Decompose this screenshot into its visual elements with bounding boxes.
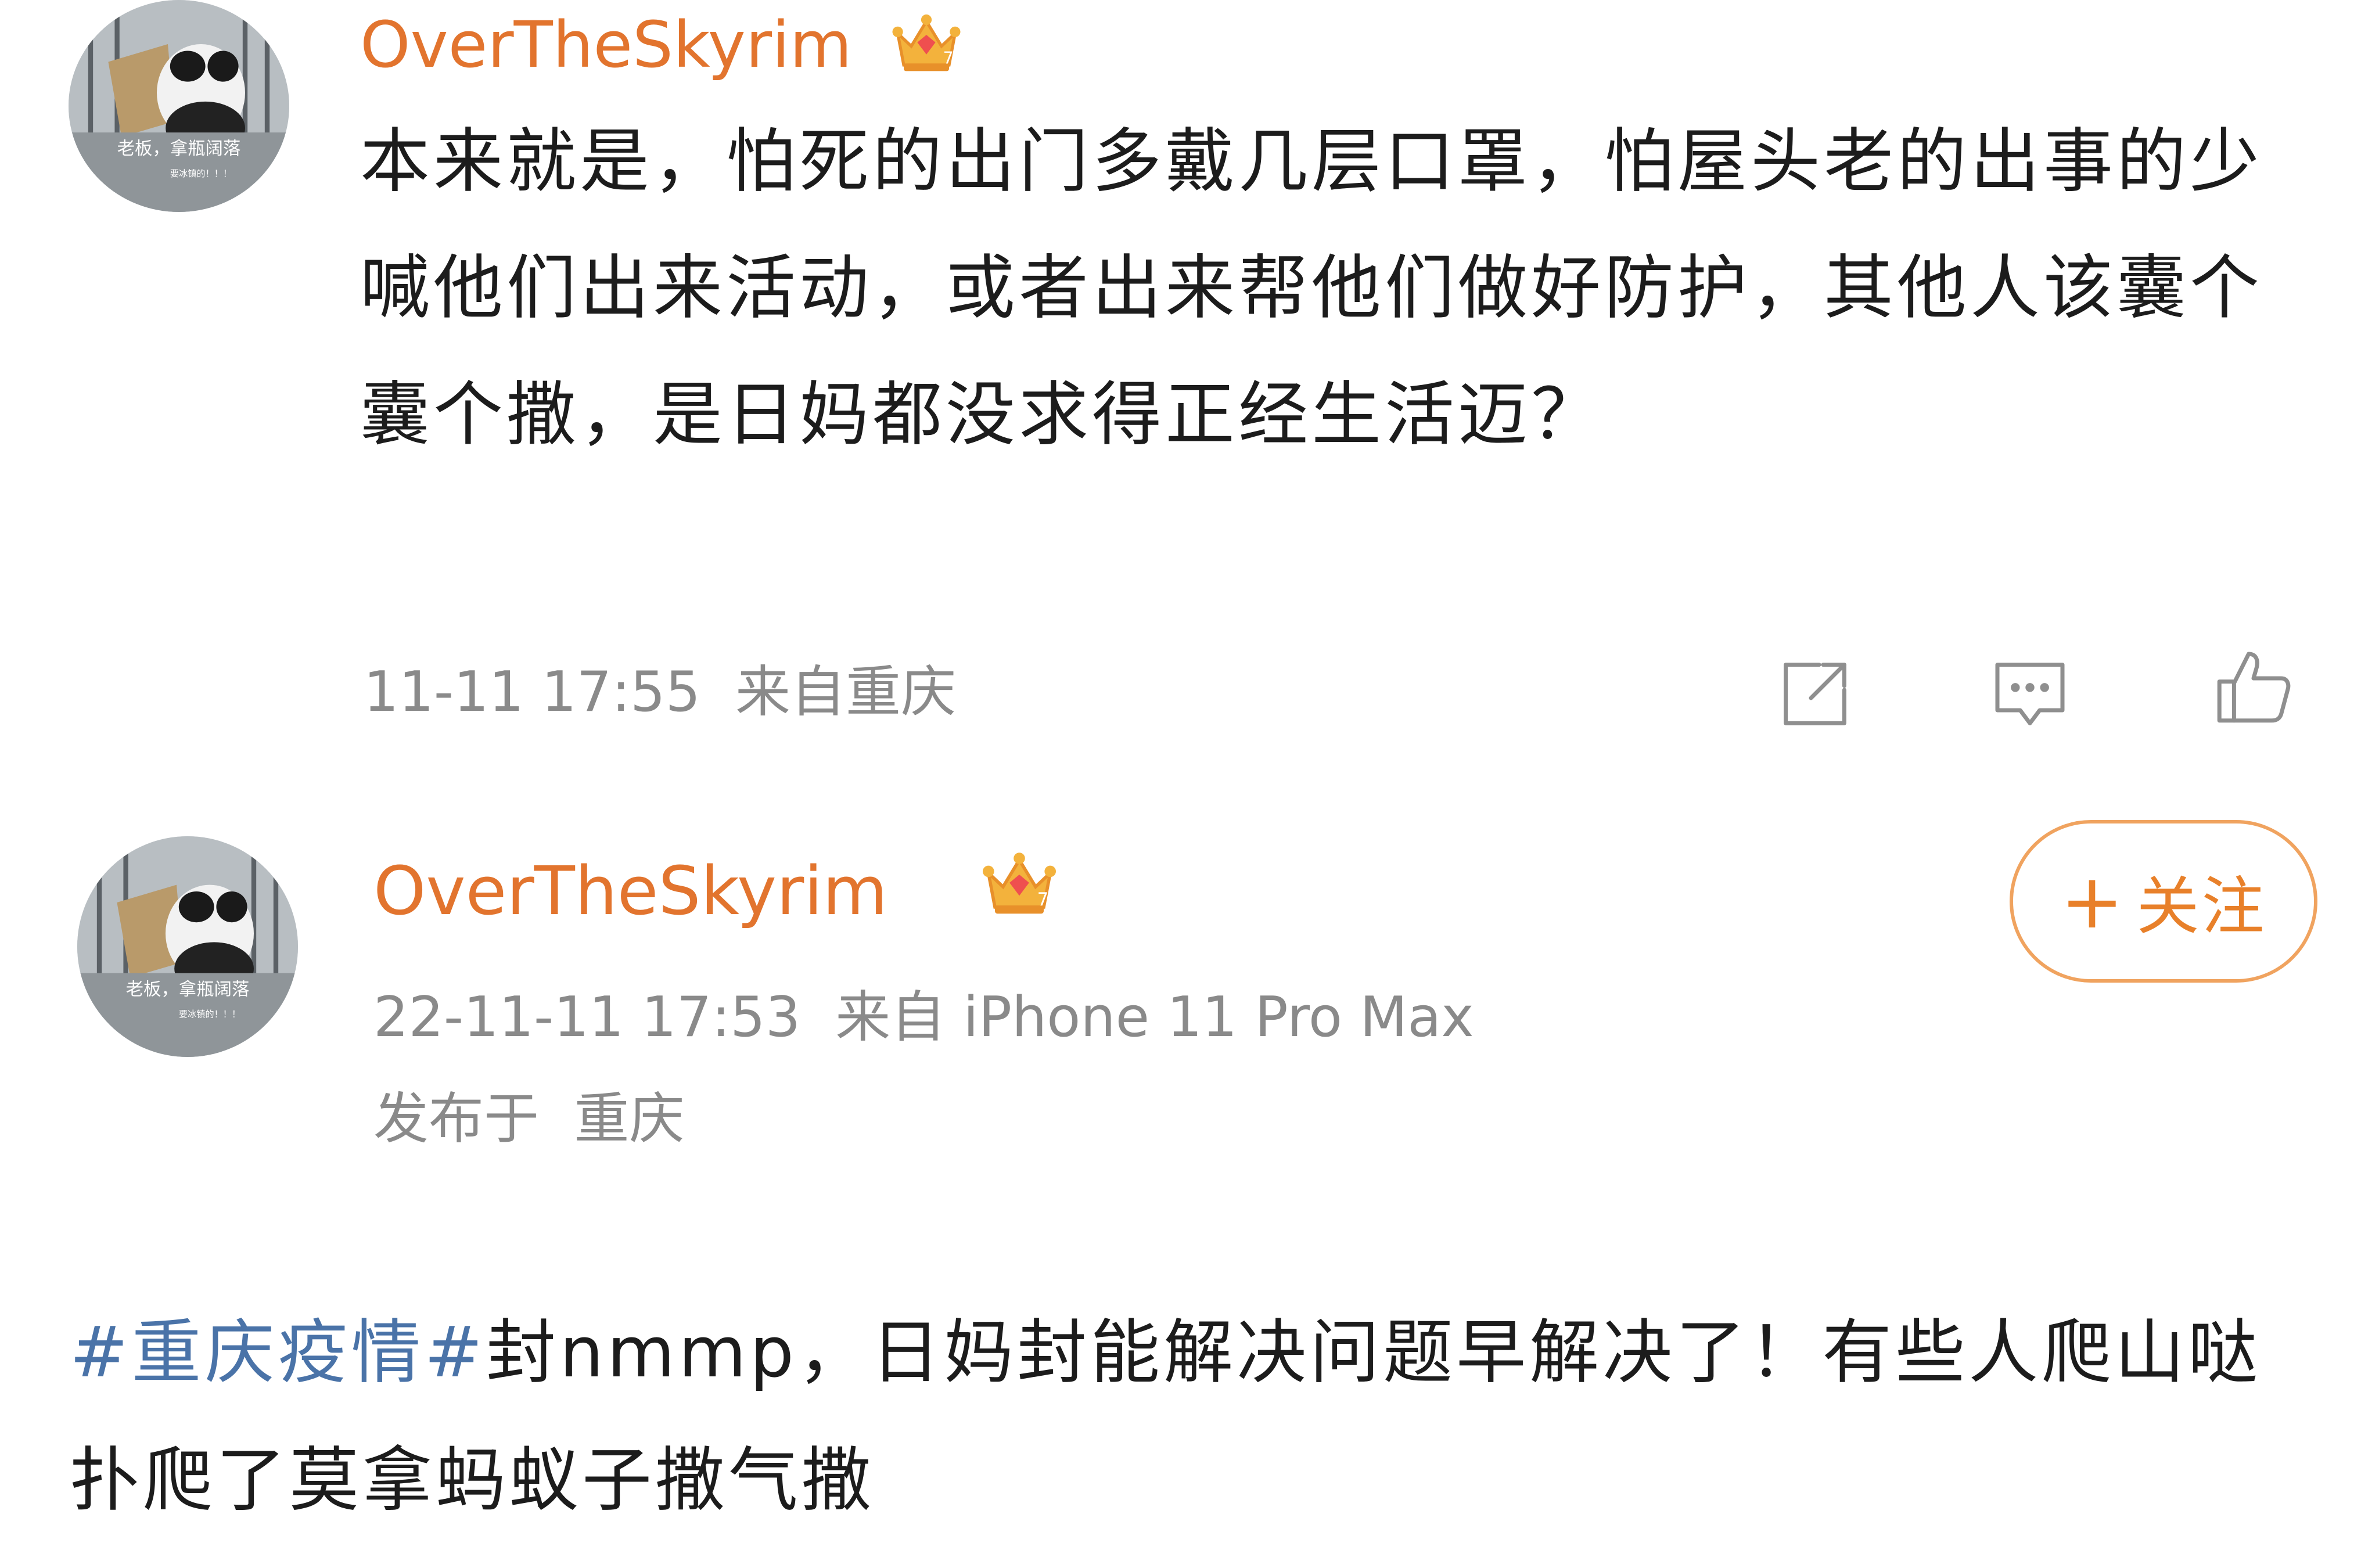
follow-button[interactable]: + 关注 — [2010, 820, 2317, 983]
comment-avatar[interactable]: 老板，拿瓶阔落 要冰镇的！！！ — [69, 0, 289, 212]
post-username[interactable]: OverTheSkyrim — [373, 858, 887, 925]
post-meta: 22-11-11 17:53 来自 iPhone 11 Pro Max — [373, 990, 1509, 1045]
post-location: 发布于 重庆 — [373, 1087, 685, 1151]
crown-badge-icon: 7 — [889, 5, 964, 80]
svg-text:要冰镇的！！！: 要冰镇的！！！ — [170, 168, 232, 179]
follow-label: 关注 — [2136, 871, 2267, 943]
hashtag-link[interactable]: #重庆疫情# — [70, 1312, 486, 1393]
post-device: 来自 iPhone 11 Pro Max — [835, 986, 1474, 1049]
comment-source: 来自重庆 — [735, 660, 957, 724]
comment-icon[interactable] — [1989, 653, 2071, 735]
post-timestamp: 22-11-11 17:53 — [373, 986, 801, 1049]
svg-text:老板，拿瓶阔落: 老板，拿瓶阔落 — [126, 980, 250, 1000]
svg-text:7: 7 — [943, 48, 954, 67]
plus-icon: + — [2060, 857, 2126, 945]
post-body: #重庆疫情#封nmmp，日妈封能解决问题早解决了！有些人爬山哒扑爬了莫拿蚂蚁子撒… — [70, 1289, 2277, 1545]
thumbs-up-icon[interactable] — [2213, 646, 2294, 727]
crown-badge-icon: 7 — [979, 842, 1060, 923]
comment-meta: 11-11 17:55 来自重庆 — [364, 665, 991, 720]
svg-text:老板，拿瓶阔落: 老板，拿瓶阔落 — [117, 139, 241, 159]
comment-username[interactable]: OverTheSkyrim — [360, 13, 852, 77]
svg-text:要冰镇的！！！: 要冰镇的！！！ — [179, 1009, 240, 1020]
post-avatar[interactable]: 老板，拿瓶阔落 要冰镇的！！！ — [77, 836, 298, 1057]
share-icon[interactable] — [1774, 653, 1856, 735]
comment-text: 本来就是，怕死的出门多戴几层口罩，怕屋头老的出事的少喊他们出来活动，或者出来帮他… — [360, 121, 2263, 455]
svg-text:7: 7 — [1037, 889, 1049, 910]
comment-timestamp: 11-11 17:55 — [364, 660, 701, 724]
